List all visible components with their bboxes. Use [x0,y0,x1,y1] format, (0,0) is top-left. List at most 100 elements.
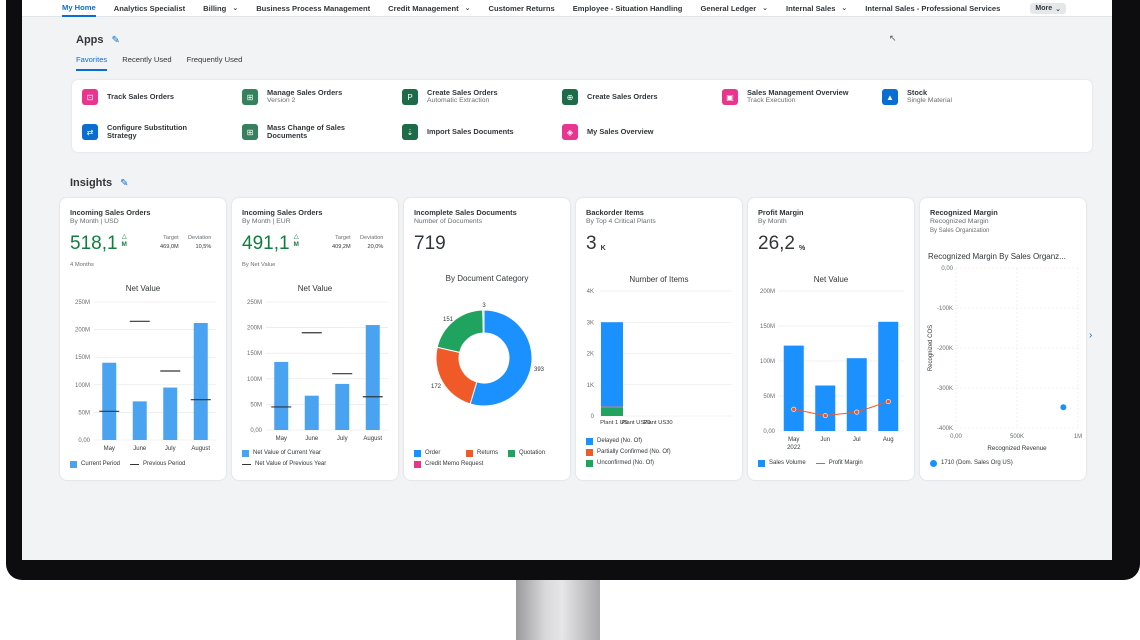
insights-section-title: Insights ✎ [70,177,129,189]
app-title-line-2: Documents [267,131,308,140]
y-tick-label: 200M [760,289,775,295]
card-backorder-items[interactable]: Backorder Items By Top 4 Critical Plants… [576,198,742,480]
card-recognized-margin[interactable]: Recognized Margin Recognized Margin By S… [920,198,1086,480]
bar-segment [601,406,623,408]
tab-recently-used[interactable]: Recently Used [122,55,171,71]
y-tick-label: 50M [78,410,90,416]
app-tile[interactable]: P Create Sales Orders Automatic Extraction [402,89,498,105]
bar [783,345,804,431]
nav-item[interactable]: Billing ⌄ [203,0,238,17]
nav-item[interactable]: Internal Sales - Professional Services [865,0,1000,17]
chart-title: Number of Items [629,275,689,284]
nav-item[interactable]: My Home [62,0,96,17]
nav-item[interactable]: Analytics Specialist [114,0,185,17]
target: Target 409,2M [332,235,351,250]
y-tick-label: 150M [75,355,90,361]
kpi-footer: 4 Months [70,262,94,268]
line-series [793,401,889,417]
scatter-chart: 0,00 -100K -200K -300K -400K 0,00 500K 1M Recogn… [928,266,1082,452]
x-tick-label: Jun [820,437,830,443]
donut-slice [482,309,485,334]
y-tick-label: 50M [763,394,775,400]
chart-title: Net Value [297,284,333,293]
mouse-cursor-icon: ↖ [889,33,897,43]
nav-item[interactable]: General Ledger ⌄ [700,0,768,17]
card-title: Backorder Items [586,208,644,217]
app-tile[interactable]: ⊞ Mass Change of Sales Documents [242,124,345,140]
y-tick-label: 0,00 [78,438,90,444]
line-point [854,409,860,415]
nav-item[interactable]: Credit Management ⌄ [388,0,470,17]
card-subtitle: By Top 4 Critical Plants [586,218,656,225]
bar [193,322,208,440]
chart-legend: Sales Volume Profit Margin [758,458,908,469]
line-point [822,413,828,419]
bar [132,401,147,440]
app-tile[interactable]: ⊡ Track Sales Orders [82,89,174,105]
app-tile[interactable]: ⇄ Configure Substitution Strategy [82,124,187,140]
x-tick-label: May [276,436,287,442]
edit-pencil-icon[interactable]: ✎ [112,35,120,46]
chevron-down-icon: ⌄ [841,5,848,12]
nav-item[interactable]: Business Process Management [256,0,370,17]
app-tile[interactable]: ⊕ Create Sales Orders [562,89,658,105]
app-tile[interactable]: ▣ Sales Management Overview Track Executio… [722,89,848,105]
card-subtitle: Recognized Margin [930,218,989,225]
kpi-value: 719 [414,233,446,254]
x-tick-label: Aug [883,437,894,443]
y-tick-label: 100M [75,383,90,389]
deviation: Deviation 10,5% [188,235,212,250]
card-incoming-sales-orders-eur[interactable]: Incoming Sales Orders By Month | EUR 491… [232,198,398,480]
nav-item[interactable]: Customer Returns [488,0,554,17]
more-button[interactable]: More ⌄ [1030,3,1066,14]
chart-title: Net Value [813,275,849,284]
chart-legend: Delayed (No. Of) Partially Confirmed (No… [586,436,736,469]
app-tile[interactable]: ⊞ Manage Sales Orders Version 2 [242,89,342,105]
bar [274,361,289,430]
x-tick-label: May [788,437,799,443]
substitution-icon: ⇄ [82,124,98,140]
overview-icon: ▣ [722,89,738,105]
edit-pencil-icon[interactable]: ✎ [120,178,128,189]
donut-slice [435,346,478,405]
x-tick-label: 0,00 [950,434,962,440]
card-subtitle: Number of Documents [414,218,482,225]
card-incoming-sales-orders-usd[interactable]: Incoming Sales Orders By Month | USD 518… [60,198,226,480]
card-title: Profit Margin [758,208,804,217]
x-tick-label: May [104,446,115,452]
y-tick-label: 0,00 [250,428,262,434]
chart-legend: 1710 (Dom. Sales Org US) [930,458,1080,469]
card-incomplete-sales-documents[interactable]: Incomplete Sales Documents Number of Doc… [404,198,570,480]
chevron-right-icon[interactable]: › [1089,330,1092,341]
app-tile[interactable]: ◈ My Sales Overview [562,124,654,140]
app-tile[interactable]: ⇣ Import Sales Documents [402,124,514,140]
card-title: Incomplete Sales Documents [414,208,517,217]
chevron-down-icon: ⌄ [464,5,471,12]
apps-tabs: Favorites Recently Used Frequently Used [76,55,257,71]
kpi-value: 518,1 △ M [70,233,127,254]
nav-item[interactable]: Employee - Situation Handling [573,0,683,17]
app-subtitle: Version 2 [267,97,296,104]
tab-favorites[interactable]: Favorites [76,55,108,71]
tab-frequently-used[interactable]: Frequently Used [187,55,243,71]
x-tick-label: July [337,436,348,442]
app-subtitle: Automatic Extraction [427,97,490,104]
chevron-down-icon: ⌄ [762,5,769,12]
card-title: Incoming Sales Orders [70,208,151,217]
nav-item[interactable]: Internal Sales ⌄ [786,0,847,17]
kpi-value: 3K [586,233,606,254]
bar [304,395,319,430]
y-tick-label: 3K [587,320,594,326]
bar [846,358,867,431]
manage-orders-icon: ⊞ [242,89,258,105]
y-tick-label: 250M [247,300,262,306]
monitor-stand [516,580,600,640]
trend-up-icon: △ [293,233,299,240]
app-tile[interactable]: ▲ Stock Single Material [882,89,952,105]
my-overview-icon: ◈ [562,124,578,140]
y-tick-label: -300K [937,386,953,392]
y-tick-label: 150M [247,351,262,357]
mass-change-icon: ⊞ [242,124,258,140]
card-profit-margin[interactable]: Profit Margin By Month 26,2% Net Value 0… [748,198,914,480]
y-tick-label: 150M [760,324,775,330]
